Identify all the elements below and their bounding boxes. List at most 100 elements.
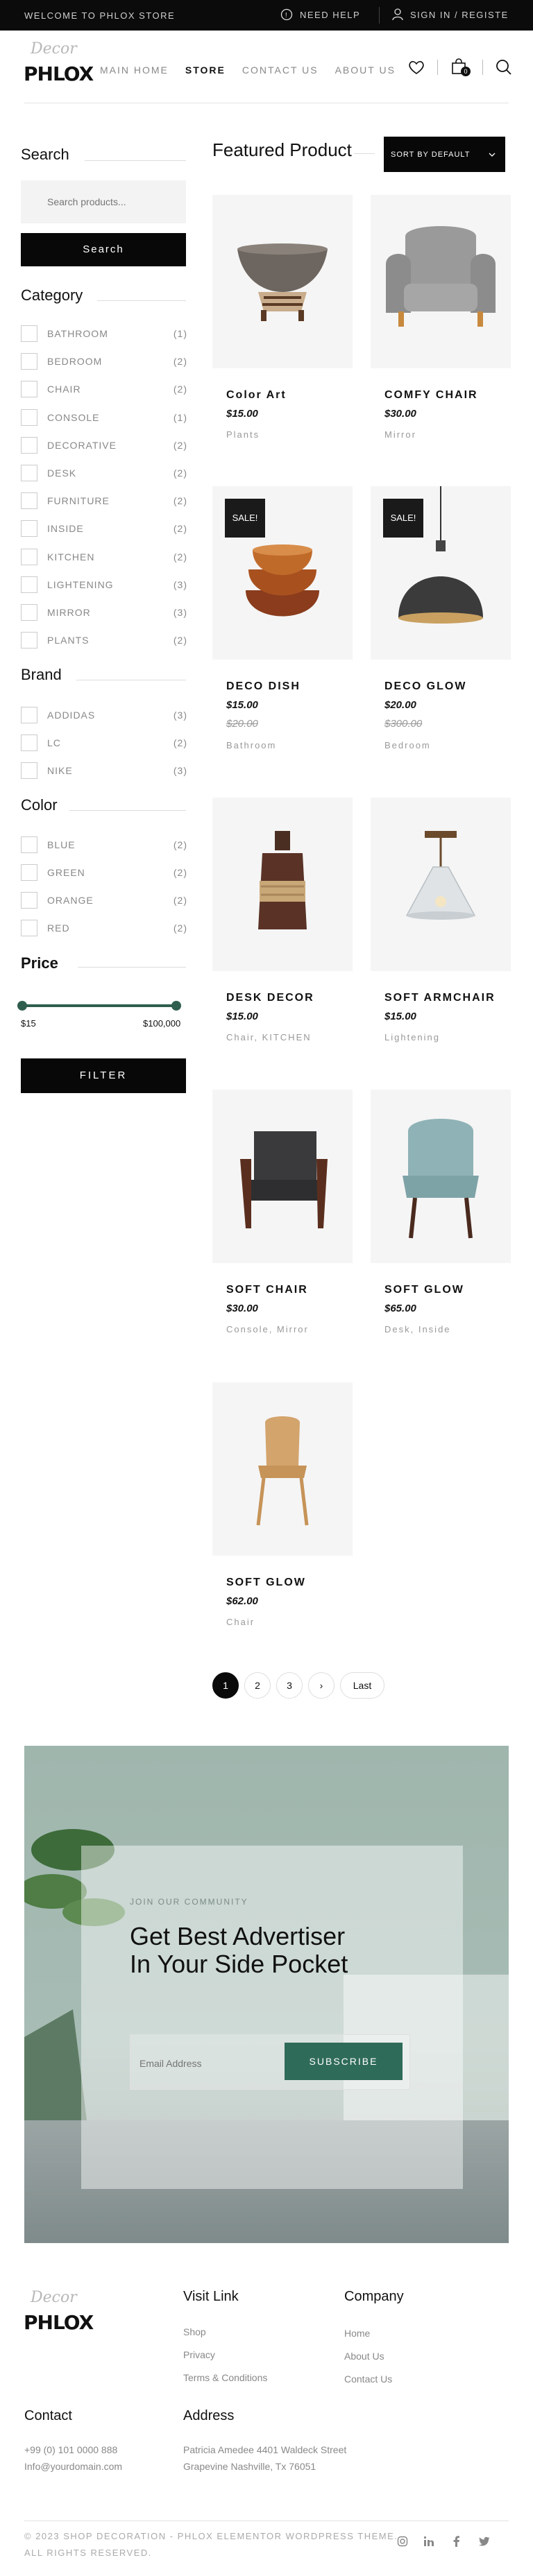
footer-email[interactable]: Info@yourdomain.com	[24, 2461, 122, 2472]
product-categories[interactable]: Bedroom	[384, 740, 431, 750]
product-image[interactable]: SALE!	[212, 486, 353, 660]
checkbox[interactable]	[21, 465, 37, 481]
checkbox[interactable]	[21, 436, 37, 454]
product-image[interactable]	[371, 798, 511, 971]
need-help-link[interactable]: ! NEED HELP	[280, 8, 360, 21]
product-categories[interactable]: Plants	[226, 429, 260, 440]
product-categories[interactable]: Mirror	[384, 429, 416, 440]
product-name[interactable]: DECO GLOW	[384, 680, 466, 693]
search-input[interactable]	[21, 180, 186, 223]
product-categories[interactable]: Console, Mirror	[226, 1324, 309, 1334]
footer-logo[interactable]: Decor PHLOX	[24, 2289, 94, 2337]
category-filter-item[interactable]: MIRROR (3)	[21, 602, 187, 623]
footer-phone[interactable]: +99 (0) 101 0000 888	[24, 2444, 117, 2455]
category-filter-item[interactable]: CHAIR (2)	[21, 379, 187, 400]
category-filter-item[interactable]: BATHROOM (1)	[21, 323, 187, 344]
color-filter-item[interactable]: ORANGE (2)	[21, 890, 187, 911]
last-page-button[interactable]: Last	[340, 1672, 384, 1699]
category-filter-item[interactable]: PLANTS (2)	[21, 630, 187, 651]
search-icon[interactable]	[496, 59, 512, 76]
product-image[interactable]	[371, 1090, 511, 1263]
checkbox[interactable]	[21, 632, 37, 649]
footer-link-about[interactable]: About Us	[344, 2351, 384, 2362]
linkedin-icon[interactable]	[423, 2536, 434, 2547]
page-3-button[interactable]: 3	[276, 1672, 303, 1699]
nav-contact-us[interactable]: CONTACT US	[242, 65, 319, 76]
product-name[interactable]: SOFT GLOW	[226, 1577, 306, 1589]
checkbox[interactable]	[21, 325, 37, 342]
checkbox[interactable]	[21, 548, 37, 565]
product-name[interactable]: DESK DECOR	[226, 992, 314, 1004]
product-image[interactable]: SALE!	[371, 486, 511, 660]
color-filter-item[interactable]: RED (2)	[21, 918, 187, 938]
product-image[interactable]	[212, 1090, 353, 1263]
product-name[interactable]: SOFT CHAIR	[226, 1284, 308, 1296]
product-categories[interactable]: Desk, Inside	[384, 1324, 451, 1334]
filter-button[interactable]: FILTER	[21, 1058, 186, 1093]
checkbox[interactable]	[21, 604, 37, 621]
category-filter-item[interactable]: CONSOLE (1)	[21, 407, 187, 428]
nav-main-home[interactable]: MAIN HOME	[100, 65, 169, 76]
checkbox[interactable]	[21, 381, 37, 398]
checkbox[interactable]	[21, 892, 37, 909]
category-filter-item[interactable]: LIGHTENING (3)	[21, 574, 187, 595]
cart-button[interactable]: 0	[450, 58, 471, 76]
search-button[interactable]: Search	[21, 233, 186, 266]
product-image[interactable]	[371, 195, 511, 368]
heart-icon[interactable]	[408, 60, 425, 75]
product-name[interactable]: SOFT GLOW	[384, 1284, 464, 1296]
footer-link-privacy[interactable]: Privacy	[183, 2349, 215, 2360]
checkbox[interactable]	[21, 707, 37, 723]
page-1-button[interactable]: 1	[212, 1672, 239, 1699]
product-name[interactable]: DECO DISH	[226, 680, 301, 693]
footer-link-shop[interactable]: Shop	[183, 2326, 206, 2337]
brand-filter-item[interactable]: ADDIDAS (3)	[21, 705, 187, 725]
product-categories[interactable]: Bathroom	[226, 740, 276, 750]
checkbox[interactable]	[21, 864, 37, 881]
checkbox[interactable]	[21, 762, 37, 779]
category-filter-item[interactable]: INSIDE (2)	[21, 518, 187, 539]
product-image[interactable]	[212, 798, 353, 971]
category-filter-item[interactable]: DECORATIVE (2)	[21, 435, 187, 456]
checkbox[interactable]	[21, 576, 37, 593]
page-2-button[interactable]: 2	[244, 1672, 271, 1699]
checkbox[interactable]	[21, 920, 37, 936]
next-page-button[interactable]: ›	[308, 1672, 335, 1699]
site-logo[interactable]: Decor PHLOX	[24, 36, 94, 92]
price-slider-max-handle[interactable]	[171, 1001, 181, 1011]
instagram-icon[interactable]	[397, 2536, 408, 2547]
product-name[interactable]: SOFT ARMCHAIR	[384, 992, 496, 1004]
footer-link-home[interactable]: Home	[344, 2328, 370, 2339]
footer-link-contact[interactable]: Contact Us	[344, 2373, 392, 2385]
product-image[interactable]	[212, 195, 353, 368]
category-filter-item[interactable]: KITCHEN (2)	[21, 547, 187, 567]
footer-link-terms[interactable]: Terms & Conditions	[183, 2372, 267, 2383]
checkbox[interactable]	[21, 409, 37, 426]
product-name[interactable]: Color Art	[226, 389, 287, 402]
sign-in-link[interactable]: SIGN IN / REGISTE	[392, 8, 509, 21]
brand-filter-item[interactable]: LC (2)	[21, 732, 187, 753]
checkbox[interactable]	[21, 735, 37, 751]
facebook-icon[interactable]	[451, 2536, 462, 2547]
nav-about-us[interactable]: ABOUT US	[335, 65, 396, 76]
color-filter-item[interactable]: GREEN (2)	[21, 862, 187, 883]
checkbox[interactable]	[21, 520, 37, 538]
category-filter-item[interactable]: FURNITURE (2)	[21, 490, 187, 511]
nav-store[interactable]: STORE	[185, 65, 226, 76]
twitter-icon[interactable]	[479, 2536, 490, 2547]
checkbox[interactable]	[21, 836, 37, 853]
category-filter-item[interactable]: DESK (2)	[21, 463, 187, 483]
brand-filter-item[interactable]: NIKE (3)	[21, 760, 187, 781]
category-filter-item[interactable]: BEDROOM (2)	[21, 351, 187, 372]
product-categories[interactable]: Chair	[226, 1617, 255, 1627]
price-slider-min-handle[interactable]	[17, 1001, 27, 1011]
checkbox[interactable]	[21, 353, 37, 370]
product-image[interactable]	[212, 1382, 353, 1556]
product-categories[interactable]: Chair, KITCHEN	[226, 1032, 312, 1042]
checkbox[interactable]	[21, 492, 37, 510]
newsletter-email-input[interactable]	[139, 2058, 265, 2069]
sort-dropdown[interactable]: SORT BY DEFAULT	[384, 137, 505, 172]
product-categories[interactable]: Lightening	[384, 1032, 440, 1042]
subscribe-button[interactable]: SUBSCRIBE	[285, 2043, 403, 2080]
product-name[interactable]: COMFY CHAIR	[384, 389, 478, 402]
